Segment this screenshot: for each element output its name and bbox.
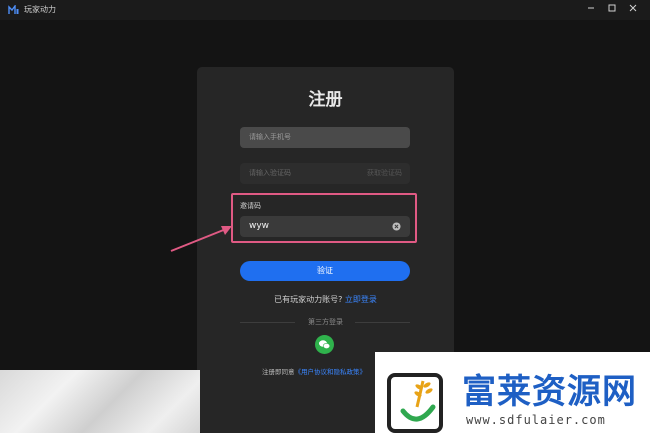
get-code-button[interactable]: 获取验证码 bbox=[367, 168, 402, 179]
wechat-icon bbox=[319, 340, 331, 350]
watermark-url: www.sdfulaier.com bbox=[466, 413, 606, 427]
have-account-text: 已有玩家动力账号? bbox=[274, 295, 343, 304]
blurred-region bbox=[0, 370, 200, 433]
close-icon bbox=[629, 4, 637, 12]
minimize-button[interactable] bbox=[584, 3, 598, 17]
phone-placeholder: 请输入手机号 bbox=[249, 133, 291, 141]
agreement-link[interactable]: 《用户协议和隐私政策》 bbox=[295, 368, 367, 376]
maximize-button[interactable] bbox=[605, 3, 619, 17]
verification-code-input[interactable]: 请输入验证码 获取验证码 bbox=[240, 163, 410, 184]
verify-button[interactable]: 验证 bbox=[240, 261, 410, 281]
annotation-highlight-box bbox=[231, 193, 417, 243]
title-bar: 玩家动力 bbox=[0, 0, 650, 20]
watermark-name: 富莱资源网 bbox=[462, 372, 637, 412]
third-party-label: 第三方登录 bbox=[308, 318, 343, 326]
minimize-icon bbox=[588, 7, 594, 9]
login-prompt: 已有玩家动力账号? 立即登录 bbox=[197, 294, 454, 305]
agreement-line: 注册即同意《用户协议和隐私政策》 bbox=[262, 367, 366, 377]
watermark-logo-icon bbox=[387, 373, 443, 433]
maximize-icon bbox=[608, 4, 616, 12]
divider-right bbox=[355, 322, 410, 323]
annotation-arrow-icon bbox=[170, 226, 232, 252]
agree-text: 注册即同意 bbox=[262, 368, 295, 376]
wechat-login-button[interactable] bbox=[315, 335, 334, 354]
close-button[interactable] bbox=[626, 3, 640, 17]
phone-input[interactable]: 请输入手机号 bbox=[240, 127, 410, 148]
register-title: 注册 bbox=[308, 90, 343, 110]
app-logo-icon bbox=[8, 5, 19, 14]
code-placeholder: 请输入验证码 bbox=[249, 169, 291, 177]
window-title: 玩家动力 bbox=[24, 5, 56, 14]
login-link[interactable]: 立即登录 bbox=[345, 295, 377, 304]
